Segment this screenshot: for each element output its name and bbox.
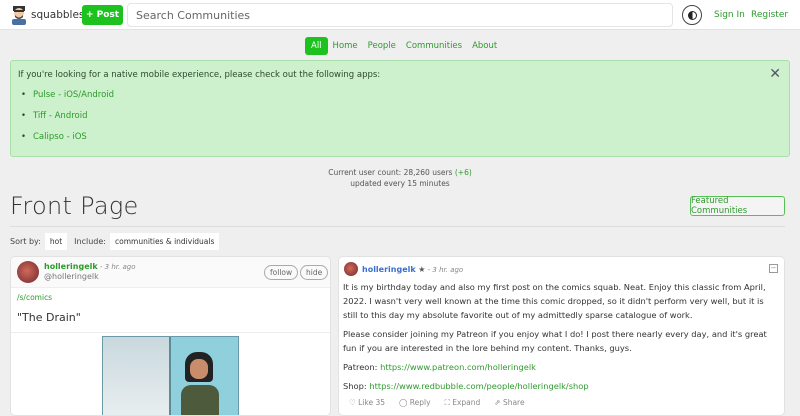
author-handle: @holleringelk: [44, 272, 99, 281]
comment-icon: ◯: [399, 398, 410, 407]
page-title: Front Page: [10, 192, 139, 220]
include-label: Include:: [74, 237, 106, 246]
close-icon[interactable]: ✕: [769, 66, 781, 82]
patreon-link[interactable]: https://www.patreon.com/holleringelk: [380, 362, 536, 372]
comic-image[interactable]: [102, 336, 239, 415]
post-title[interactable]: "The Drain": [11, 302, 330, 333]
app-link[interactable]: Calipso - iOS: [33, 132, 87, 142]
patreon-label: Patreon:: [343, 362, 381, 372]
user-count-delta: (+6): [454, 168, 472, 177]
search-input[interactable]: Search Communities: [127, 3, 673, 27]
author-link[interactable]: holleringelk: [44, 262, 98, 271]
sort-select[interactable]: hot: [44, 233, 68, 250]
post-body: Please consider joining my Patreon if yo…: [343, 329, 767, 353]
follow-button[interactable]: follow: [264, 265, 299, 280]
theme-toggle-button[interactable]: [682, 5, 702, 25]
app-link[interactable]: Pulse - iOS/Android: [33, 90, 114, 100]
tab-about[interactable]: About: [467, 37, 502, 55]
contrast-icon: [687, 10, 697, 20]
tab-communities[interactable]: Communities: [401, 37, 467, 55]
featured-communities-button[interactable]: Featured Communities: [690, 196, 785, 216]
app-item: Tiff - Android: [21, 111, 87, 121]
share-icon: ⇗: [494, 398, 503, 407]
app-item: Pulse - iOS/Android: [21, 90, 114, 100]
app-link[interactable]: Tiff - Android: [33, 111, 87, 121]
user-count: Current user count: 28,260 users (+6) up…: [300, 167, 500, 189]
expand-label: Expand: [452, 398, 481, 407]
author-link[interactable]: holleringelk: [362, 265, 416, 274]
brand-name[interactable]: squabbles: [31, 9, 84, 21]
collapse-icon[interactable]: −: [769, 264, 778, 273]
tab-home[interactable]: Home: [328, 37, 363, 55]
app-item: Calipso - iOS: [21, 132, 87, 142]
tab-all[interactable]: All: [305, 37, 328, 55]
alert-text: If you're looking for a native mobile ex…: [18, 70, 381, 80]
shop-link[interactable]: https://www.redbubble.com/people/holleri…: [369, 381, 588, 391]
like-label: Like 35: [358, 398, 385, 407]
user-count-text: Current user count: 28,260 users: [328, 168, 453, 177]
post-time: - 3 hr. ago: [425, 266, 464, 274]
feed-nav: All Home People Communities About: [305, 37, 502, 55]
update-note: updated every 15 minutes: [350, 179, 450, 188]
new-post-button[interactable]: + Post: [82, 5, 123, 25]
avatar[interactable]: [17, 261, 39, 283]
shop-label: Shop:: [343, 381, 370, 391]
register-link[interactable]: Register: [751, 10, 788, 20]
heart-icon: ♡: [349, 398, 359, 407]
post-card: holleringelk ★ - 3 hr. ago − It is my bi…: [338, 256, 785, 416]
sort-bar: Sort by: hot Include: communities & indi…: [10, 233, 220, 250]
post-body: It is my birthday today and also my firs…: [343, 282, 766, 320]
include-select[interactable]: communities & individuals: [110, 233, 220, 250]
reply-label: Reply: [409, 398, 431, 407]
post-card: holleringelk - 3 hr. ago @holleringelk f…: [10, 256, 331, 416]
top-header: squabbles + Post Search Communities Sign…: [0, 0, 800, 30]
community-link[interactable]: /s/comics: [17, 293, 52, 302]
sign-in-link[interactable]: Sign In: [714, 10, 745, 20]
hide-button[interactable]: hide: [300, 265, 329, 280]
logo-icon[interactable]: [10, 5, 28, 25]
mobile-apps-alert: If you're looking for a native mobile ex…: [10, 60, 790, 157]
avatar[interactable]: [344, 262, 358, 276]
share-label: Share: [502, 398, 525, 407]
sort-label: Sort by:: [10, 237, 41, 246]
post-time: - 3 hr. ago: [97, 263, 136, 271]
divider: [10, 226, 785, 227]
tab-people[interactable]: People: [363, 37, 401, 55]
